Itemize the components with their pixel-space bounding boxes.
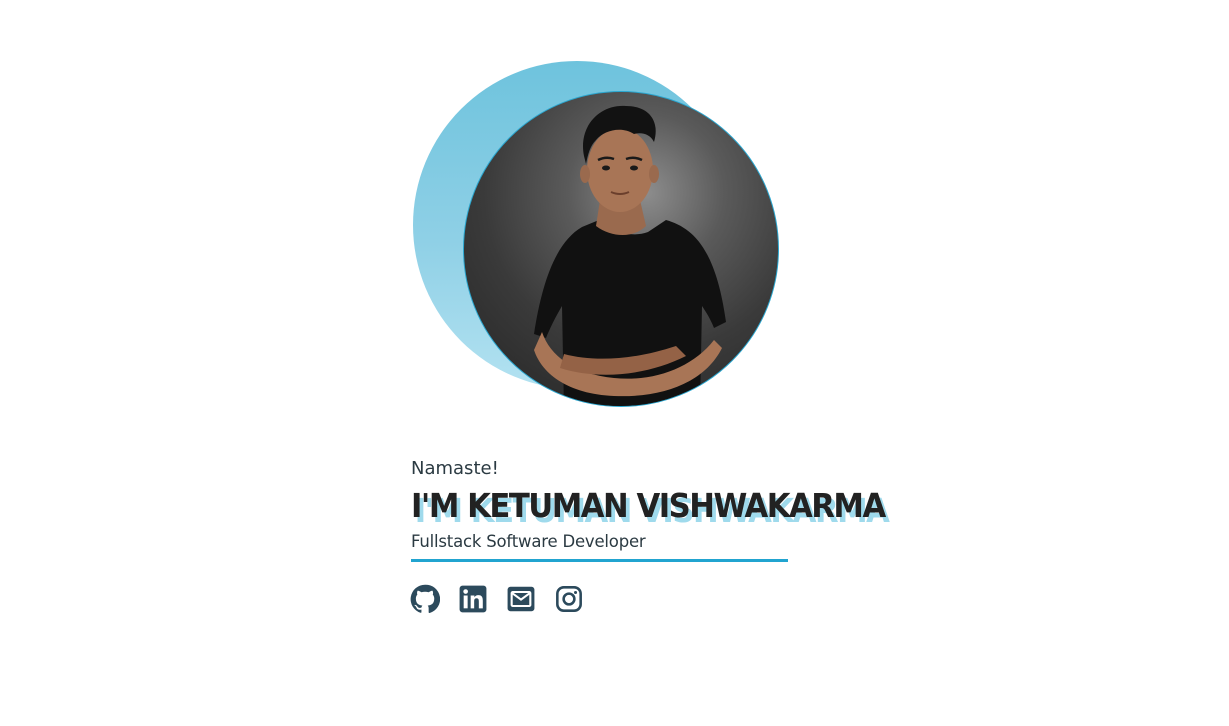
email-link[interactable] xyxy=(506,584,536,614)
github-icon xyxy=(410,584,440,613)
page-title: I'M KETUMAN VISHWAKARMA xyxy=(411,486,886,525)
avatar-illustration xyxy=(534,105,726,406)
hero-section: Namaste! I'M KETUMAN VISHWAKARMA Fullsta… xyxy=(0,0,1229,726)
linkedin-link[interactable] xyxy=(458,584,488,614)
instagram-icon xyxy=(556,586,582,612)
social-links xyxy=(410,584,584,614)
accent-divider xyxy=(411,559,788,562)
instagram-link[interactable] xyxy=(554,584,584,614)
mail-icon xyxy=(507,586,535,612)
github-link[interactable] xyxy=(410,584,440,614)
intro-block: Namaste! I'M KETUMAN VISHWAKARMA Fullsta… xyxy=(411,456,886,562)
avatar xyxy=(463,91,779,407)
linkedin-icon xyxy=(459,585,487,613)
role-subtitle: Fullstack Software Developer xyxy=(411,532,646,551)
greeting-text: Namaste! xyxy=(411,458,499,479)
avatar-wrap xyxy=(413,61,779,407)
